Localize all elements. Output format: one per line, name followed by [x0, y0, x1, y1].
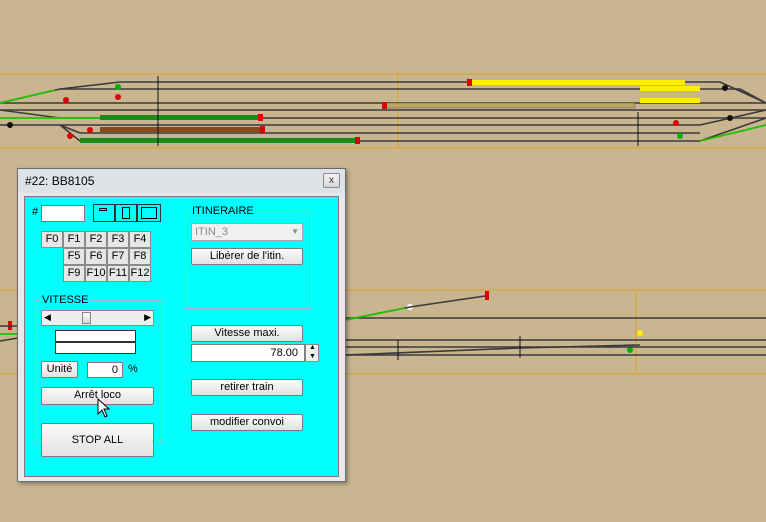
slider-thumb[interactable]	[82, 312, 91, 324]
mouse-cursor-icon	[97, 398, 111, 418]
address-input[interactable]	[41, 205, 85, 222]
spinner-down-icon[interactable]: ▼	[309, 353, 316, 360]
speed-value-field[interactable]: 0	[87, 362, 123, 378]
remove-train-button[interactable]: retirer train	[191, 379, 303, 396]
loco-control-dialog[interactable]: #22: BB8105 x # F0 F1 F2 F3 F4 F5 F6 F7 …	[17, 168, 346, 482]
function-key-f9[interactable]: F9	[63, 265, 85, 282]
speed-group-label: VITESSE	[40, 294, 91, 306]
percent-label: %	[128, 363, 138, 375]
close-icon: x	[329, 175, 334, 186]
function-key-f12[interactable]: F12	[129, 265, 151, 282]
occupied-section	[100, 127, 260, 132]
occupied-section	[640, 86, 700, 91]
release-itinerary-button[interactable]: Libérer de l'itin.	[191, 248, 303, 265]
max-speed-spinner[interactable]: ▲ ▼	[305, 344, 319, 362]
window-title: #22: BB8105	[25, 174, 95, 188]
function-key-f11[interactable]: F11	[107, 265, 129, 282]
function-key-f4[interactable]: F4	[129, 231, 151, 248]
function-key-f1[interactable]: F1	[63, 231, 85, 248]
speed-indicator-forward	[55, 330, 136, 342]
close-button[interactable]: x	[323, 173, 340, 188]
spinner-up-icon[interactable]: ▲	[309, 344, 316, 351]
unit-button[interactable]: Unité	[41, 361, 78, 378]
slider-right-arrow-icon[interactable]: ▶	[144, 312, 151, 323]
address-hash-label: #	[32, 206, 39, 218]
slider-left-arrow-icon[interactable]: ◀	[44, 312, 51, 323]
function-key-f2[interactable]: F2	[85, 231, 107, 248]
speed-slider[interactable]: ◀ ▶	[41, 310, 154, 326]
display-mode-medium-button[interactable]	[115, 204, 137, 222]
speed-indicator-reverse	[55, 342, 136, 354]
itinerary-group-label: ITINERAIRE	[190, 205, 256, 217]
occupied-section	[80, 138, 355, 143]
display-mode-large-button[interactable]	[137, 204, 161, 222]
occupied-section	[640, 98, 700, 103]
titlebar[interactable]: #22: BB8105 x	[18, 169, 345, 193]
display-mode-small-button[interactable]	[93, 204, 115, 222]
function-key-f8[interactable]: F8	[129, 248, 151, 265]
itinerary-selected: ITIN_3	[195, 226, 229, 238]
stop-all-button[interactable]: STOP ALL	[41, 423, 154, 457]
function-key-f6[interactable]: F6	[85, 248, 107, 265]
function-key-f7[interactable]: F7	[107, 248, 129, 265]
max-speed-input[interactable]: 78.00	[191, 344, 305, 362]
occupied-section	[470, 80, 685, 85]
function-key-f0[interactable]: F0	[41, 231, 63, 248]
function-key-f10[interactable]: F10	[85, 265, 107, 282]
itinerary-select[interactable]: ITIN_3 ▼	[191, 223, 303, 241]
function-key-f3[interactable]: F3	[107, 231, 129, 248]
speed-value: 0	[111, 364, 118, 376]
chevron-down-icon: ▼	[291, 227, 299, 236]
occupied-section	[100, 115, 260, 120]
max-speed-value: 78.00	[270, 347, 298, 359]
modify-convoy-button[interactable]: modifier convoi	[191, 414, 303, 431]
dialog-client-area: # F0 F1 F2 F3 F4 F5 F6 F7 F8 F9 F10 F11 …	[24, 196, 339, 477]
occupied-section	[384, 102, 636, 109]
max-speed-label-button[interactable]: Vitesse maxi.	[191, 325, 303, 342]
function-key-f5[interactable]: F5	[63, 248, 85, 265]
